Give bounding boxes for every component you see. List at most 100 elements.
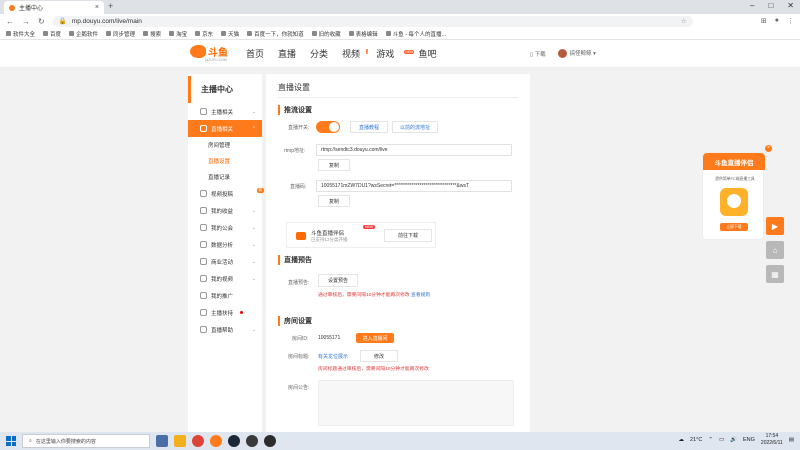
download-link[interactable]: ▯ 下载 bbox=[530, 50, 546, 58]
sidebar-sub-room-manage[interactable]: 房间管理 bbox=[188, 137, 262, 153]
back-icon[interactable]: ← bbox=[6, 17, 14, 26]
rules-link[interactable]: 查看规则 bbox=[411, 293, 430, 298]
nav-live[interactable]: 直播 bbox=[278, 47, 296, 60]
page-title: 直播设置 bbox=[278, 74, 518, 98]
bookmark-item[interactable]: 百度 bbox=[43, 30, 61, 38]
sidebar-item-data[interactable]: 数据分析 ⌄ bbox=[188, 236, 262, 253]
tutorial-link[interactable]: 直播教程 bbox=[350, 121, 388, 133]
bookmark-item[interactable]: 斗鱼 - 每个人的直播... bbox=[385, 30, 446, 38]
enter-room-button[interactable]: 进入直播间 bbox=[356, 333, 394, 343]
room-title-label: 房间标题: bbox=[288, 354, 310, 360]
volume-icon[interactable]: 🔊 bbox=[730, 437, 737, 443]
nav-game[interactable]: 游戏 NEW bbox=[376, 47, 415, 60]
douyu-favicon-icon bbox=[9, 4, 15, 11]
bookmark-item[interactable]: 旧的收藏 bbox=[311, 30, 341, 38]
ad-download-button[interactable]: 立即下载 bbox=[720, 223, 748, 231]
sidebar-item-support[interactable]: 主播扶持 bbox=[188, 304, 262, 321]
guild-icon bbox=[200, 224, 207, 231]
bookmark-icon bbox=[143, 31, 149, 36]
nav-home[interactable]: 首页 bbox=[246, 47, 264, 60]
copy-rtmp-button[interactable]: 复制 bbox=[318, 159, 350, 171]
menu-icon[interactable]: ⋮ bbox=[787, 17, 794, 25]
app-qr-icon[interactable]: ▦ bbox=[766, 265, 784, 283]
bookmark-star-icon[interactable]: ☆ bbox=[681, 17, 687, 25]
notification-icon[interactable]: ▤ bbox=[789, 437, 794, 443]
rtmp-url-field[interactable]: rtmp://sendtc3.douyu.com/live bbox=[316, 144, 512, 156]
live-switch-toggle[interactable] bbox=[316, 121, 340, 133]
browser-tab[interactable]: 主播中心 × bbox=[4, 1, 104, 14]
chevron-down-icon: ⌄ bbox=[251, 258, 256, 265]
steam-icon[interactable] bbox=[228, 435, 240, 447]
windows-start-icon[interactable] bbox=[6, 436, 16, 446]
new-tab-icon[interactable]: + bbox=[108, 1, 113, 11]
weather-icon[interactable]: ☁ bbox=[679, 437, 685, 443]
live-play-icon[interactable]: ▶ bbox=[766, 217, 784, 235]
url-input[interactable]: 🔒 mp.douyu.com/live/main ☆ bbox=[52, 15, 693, 27]
sidebar-item-help[interactable]: 直播帮助 ⌄ bbox=[188, 321, 262, 338]
old-stream-link[interactable]: 以前的流地址 bbox=[392, 121, 438, 133]
announce-textarea[interactable] bbox=[318, 380, 514, 426]
chrome-icon[interactable] bbox=[192, 435, 204, 447]
sidebar-item-my-video[interactable]: 我的视频 ⌄ bbox=[188, 270, 262, 287]
tray-expand-icon[interactable]: ⌃ bbox=[708, 437, 713, 443]
edit-title-button[interactable]: 修改 bbox=[360, 350, 398, 362]
bookmark-icon bbox=[69, 31, 75, 36]
nav-fishbar[interactable]: 鱼吧 bbox=[418, 47, 436, 60]
extensions-icon[interactable]: ⊞ bbox=[761, 17, 767, 25]
maximize-icon[interactable]: □ bbox=[768, 1, 773, 10]
bookmark-item[interactable]: 软件大全 bbox=[6, 30, 35, 38]
sidebar-item-streamer[interactable]: 主播相关 ⌄ bbox=[188, 103, 262, 120]
go-download-button[interactable]: 前往下载 bbox=[384, 229, 432, 242]
nav-category[interactable]: 分类 bbox=[310, 47, 328, 60]
taskbar-search-input[interactable]: ⌕ 在这里输入你要搜索的内容 bbox=[22, 434, 150, 448]
game-launcher-icon[interactable] bbox=[246, 435, 258, 447]
set-notice-button[interactable]: 设置预告 bbox=[318, 274, 358, 287]
home-icon[interactable]: ⌂ bbox=[766, 241, 784, 259]
douyu-app-taskbar-icon[interactable] bbox=[210, 435, 222, 447]
sidebar-item-promotion[interactable]: 我的推广 bbox=[188, 287, 262, 304]
minimize-icon[interactable]: – bbox=[750, 1, 754, 10]
task-view-icon[interactable] bbox=[156, 435, 168, 447]
reload-icon[interactable]: ↻ bbox=[38, 17, 45, 26]
sidebar-sub-live-settings[interactable]: 直播设置 bbox=[188, 153, 262, 169]
bookmark-icon bbox=[385, 31, 391, 36]
network-icon[interactable]: ▭ bbox=[719, 437, 724, 443]
bookmark-item[interactable]: 企鹅软件 bbox=[69, 30, 98, 38]
bookmark-item[interactable]: 百度一下，你就知道 bbox=[247, 30, 304, 38]
forward-icon[interactable]: → bbox=[22, 17, 30, 26]
bookmark-item[interactable]: 同步管理 bbox=[106, 30, 135, 38]
bookmark-item[interactable]: 表格编辑 bbox=[348, 30, 378, 38]
close-tab-icon[interactable]: × bbox=[95, 4, 99, 11]
language-indicator[interactable]: ENG bbox=[743, 437, 755, 443]
ad-desc: 提供简单PC端直播工具 bbox=[715, 177, 755, 181]
clock[interactable]: 17:54 2022/6/11 bbox=[761, 433, 783, 447]
ad-close-icon[interactable]: × bbox=[765, 145, 772, 152]
companion-ad[interactable]: 斗鱼直播伴侣 提供简单PC端直播工具 立即下载 bbox=[702, 152, 765, 240]
close-window-icon[interactable]: ✕ bbox=[787, 1, 794, 10]
new-tag: 新 bbox=[256, 188, 264, 193]
chevron-down-icon: ⌄ bbox=[251, 207, 256, 214]
bookmark-item[interactable]: 淘宝 bbox=[169, 30, 187, 38]
file-explorer-icon[interactable] bbox=[174, 435, 186, 447]
profile-icon[interactable]: ● bbox=[775, 17, 779, 25]
user-menu[interactable]: 搞怪鲸鲸 ▾ bbox=[557, 49, 596, 59]
bookmark-item[interactable]: 天猫 bbox=[221, 30, 239, 38]
sidebar-item-live[interactable]: 直播相关 ⌃ bbox=[188, 120, 262, 137]
bookmark-item[interactable]: 搜索 bbox=[143, 30, 161, 38]
toolbar-icons: ⊞ ● ⋮ bbox=[761, 17, 794, 25]
weather-temp[interactable]: 21°C bbox=[690, 437, 702, 443]
copy-code-button[interactable]: 复制 bbox=[318, 195, 350, 207]
chevron-down-icon: ⌄ bbox=[251, 326, 256, 333]
stream-code-label: 直播码: bbox=[290, 184, 307, 190]
obs-icon[interactable] bbox=[264, 435, 276, 447]
bookmark-icon bbox=[6, 31, 11, 36]
sidebar-item-business[interactable]: 商业活动 ⌄ bbox=[188, 253, 262, 270]
nav-video[interactable]: 视频 1 bbox=[342, 47, 369, 60]
bookmark-item[interactable]: 京东 bbox=[195, 30, 213, 38]
sidebar-item-guild[interactable]: 我的公会 ⌄ bbox=[188, 219, 262, 236]
sidebar-item-video-upload[interactable]: 视频投稿新 bbox=[188, 185, 264, 202]
sidebar-sub-live-records[interactable]: 直播记录 bbox=[188, 169, 262, 185]
douyu-logo[interactable]: 斗鱼 DOUYU.COM bbox=[190, 44, 228, 62]
sidebar-item-income[interactable]: 我的收益 ⌄ bbox=[188, 202, 262, 219]
stream-code-field[interactable]: 10055171mZW7DU1?wsSecret=***************… bbox=[316, 180, 512, 192]
